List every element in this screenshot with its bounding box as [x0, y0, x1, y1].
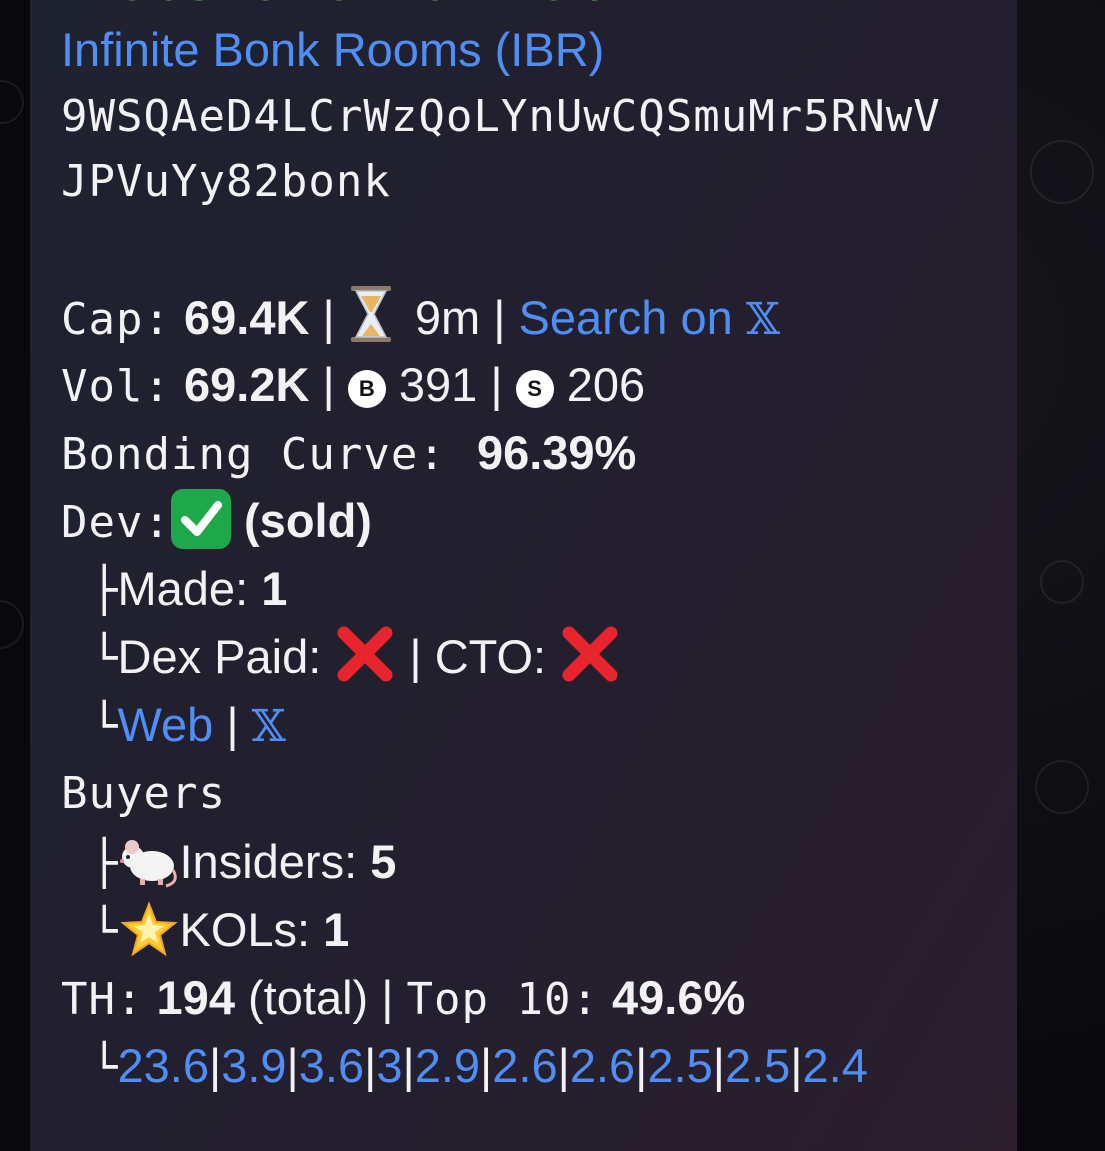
- glowing-star-icon: [119, 901, 178, 957]
- buyers-label: Buyers: [61, 768, 226, 819]
- x-logo-icon: 𝕏: [745, 294, 780, 345]
- wallpaper-doodle: [1030, 140, 1094, 204]
- cross-mark-icon: [562, 626, 618, 682]
- holder-percent-link[interactable]: 2.6: [570, 1039, 635, 1092]
- rat-icon: [119, 840, 177, 888]
- dex-paid-label: Dex Paid:: [117, 630, 322, 683]
- wallpaper-doodle: [0, 80, 24, 124]
- holders-row: TH: 194 (total) | Top 10: 49.6%: [61, 964, 745, 1032]
- hourglass-icon: [350, 286, 391, 342]
- separator: |: [322, 358, 335, 411]
- bonding-curve-row: Bonding Curve: 96.39%: [61, 419, 636, 487]
- separator: |: [226, 698, 239, 751]
- cross-mark-icon: [337, 626, 393, 682]
- holder-percent-link[interactable]: 2.9: [415, 1039, 480, 1092]
- made-value: 1: [261, 562, 288, 615]
- cto-label: CTO:: [434, 630, 547, 683]
- holders-label: TH:: [61, 974, 144, 1025]
- wallpaper-doodle: [1040, 560, 1084, 604]
- cap-value: 69.4K: [184, 291, 310, 344]
- buys-count: 391: [398, 358, 478, 411]
- dev-row: Dev: (sold): [61, 487, 372, 555]
- wallpaper-doodle: [0, 600, 24, 649]
- wallpaper-doodle: [1035, 760, 1089, 814]
- chat-screen: Exclusive Bonkfun Alert Infinite Bonk Ro…: [0, 0, 1105, 1151]
- made-label: Made:: [117, 562, 249, 615]
- separator: |: [493, 291, 506, 344]
- token-age: 9m: [414, 291, 481, 344]
- separator: |: [402, 1039, 415, 1092]
- kols-row: └ KOLs: 1: [91, 896, 349, 964]
- search-on-x-link[interactable]: Search on 𝕏: [518, 291, 780, 345]
- top10-label: Top 10:: [406, 974, 599, 1025]
- separator: |: [557, 1039, 570, 1092]
- dev-links-row: └Web | 𝕏: [91, 691, 286, 759]
- dev-label: Dev:: [61, 497, 171, 548]
- holder-percent-link[interactable]: 2.5: [647, 1039, 712, 1092]
- dex-paid-row: └Dex Paid: | CTO:: [91, 623, 621, 691]
- insiders-row: ├ Insiders: 5: [91, 828, 396, 896]
- tree-branch: ├: [91, 565, 118, 616]
- holder-percent-link[interactable]: 3.9: [221, 1039, 286, 1092]
- buys-badge-icon: B: [347, 370, 386, 408]
- bonding-curve-label: Bonding Curve:: [61, 429, 446, 480]
- top10-value: 49.6%: [612, 971, 746, 1024]
- separator: |: [208, 1039, 222, 1092]
- cap-row: Cap: 69.4K | 9m | Search on 𝕏: [61, 284, 780, 352]
- holder-percent-link[interactable]: 2.6: [492, 1039, 557, 1092]
- vol-value: 69.2K: [184, 358, 310, 411]
- tree-branch: └: [91, 906, 118, 957]
- separator: |: [712, 1039, 725, 1092]
- sells-badge-icon: S: [515, 370, 554, 408]
- holder-percent-link[interactable]: 2.4: [803, 1039, 868, 1092]
- tree-branch: └: [91, 701, 118, 752]
- separator: |: [635, 1039, 648, 1092]
- insiders-label: Insiders:: [179, 835, 358, 888]
- contract-address-line1[interactable]: 9WSQAeD4LCrWzQoLYnUwCQSmuMr5RNwV: [61, 83, 941, 151]
- kols-label: KOLs:: [179, 903, 311, 956]
- vol-label: Vol:: [61, 361, 171, 412]
- dev-made-row: ├Made: 1: [91, 555, 287, 623]
- separator: |: [790, 1039, 803, 1092]
- search-on-label: Search on: [518, 291, 733, 344]
- cap-label: Cap:: [61, 294, 171, 345]
- web-link[interactable]: Web: [118, 698, 214, 751]
- vol-row: Vol: 69.2K | B 391 | S 206: [61, 351, 645, 419]
- kols-value: 1: [323, 903, 350, 956]
- tree-branch: └: [91, 1042, 118, 1093]
- holder-percent-link[interactable]: 3: [376, 1039, 402, 1092]
- check-mark-icon: [170, 489, 231, 549]
- separator: |: [381, 971, 394, 1024]
- x-link-icon[interactable]: 𝕏: [252, 701, 286, 752]
- separator: |: [364, 1039, 377, 1092]
- tree-branch: ├: [91, 838, 118, 889]
- top-holders-list: 23.6|3.9|3.6|3|2.9|2.6|2.6|2.5|2.5|2.4: [118, 1039, 868, 1092]
- insiders-value: 5: [370, 835, 397, 888]
- top-holders-list-row: └23.6|3.9|3.6|3|2.9|2.6|2.6|2.5|2.5|2.4: [91, 1032, 868, 1100]
- sells-count: 206: [566, 358, 646, 411]
- separator: |: [286, 1039, 299, 1092]
- contract-address-line2[interactable]: JPVuYy82bonk: [61, 148, 391, 216]
- holder-percent-link[interactable]: 23.6: [118, 1039, 209, 1092]
- holder-percent-link[interactable]: 3.6: [299, 1039, 364, 1092]
- message-bubble: Exclusive Bonkfun Alert Infinite Bonk Ro…: [30, 0, 1017, 1151]
- bonding-curve-value: 96.39%: [476, 426, 637, 479]
- dev-status: (sold): [244, 494, 372, 547]
- token-name-link[interactable]: Infinite Bonk Rooms (IBR): [61, 16, 604, 84]
- separator: |: [490, 358, 503, 411]
- tree-branch: └: [91, 633, 118, 684]
- holder-percent-link[interactable]: 2.5: [725, 1039, 790, 1092]
- holders-total: 194: [156, 971, 235, 1024]
- separator: |: [409, 630, 422, 683]
- holders-total-suffix: (total): [248, 971, 369, 1024]
- separator: |: [322, 291, 335, 344]
- separator: |: [480, 1039, 493, 1092]
